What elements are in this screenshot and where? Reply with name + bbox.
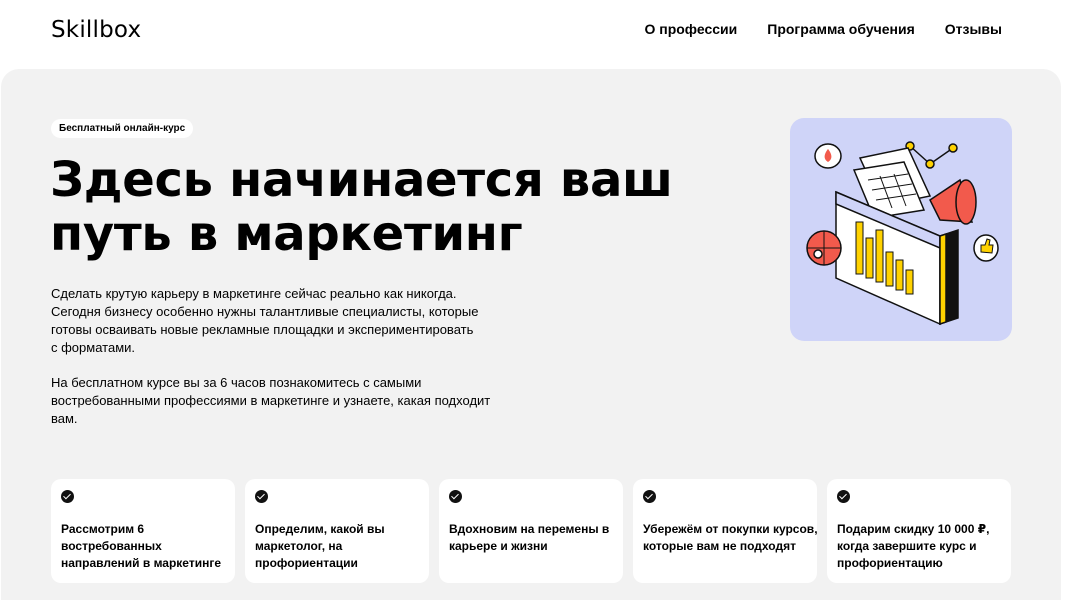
top-nav: О профессии Программа обучения Отзывы bbox=[644, 21, 1002, 37]
benefit-line: которые вам не подходят bbox=[643, 539, 796, 553]
checkmark-icon bbox=[255, 490, 268, 503]
hero-title-line: Здесь начинается ваш bbox=[50, 152, 673, 208]
benefit-line: профориентации bbox=[255, 556, 358, 570]
benefits-list: Рассмотрим 6 востребованных направлений … bbox=[51, 479, 1011, 583]
checkmark-icon bbox=[837, 490, 850, 503]
benefit-line: Рассмотрим 6 bbox=[61, 522, 145, 536]
benefit-card[interactable]: Рассмотрим 6 востребованных направлений … bbox=[51, 479, 235, 583]
benefit-line: когда завершите курс и bbox=[837, 539, 977, 553]
hero-title-line: путь в маркетинг bbox=[50, 206, 523, 262]
description-line: с форматами. bbox=[51, 340, 135, 355]
course-info-line: вам. bbox=[51, 411, 78, 426]
benefit-card[interactable]: Убережём от покупки курсов, которые вам … bbox=[633, 479, 818, 583]
benefit-line: Подарим скидку 10 000 ₽, bbox=[837, 522, 990, 536]
benefit-text: Вдохновим на перемены в карьере и жизни bbox=[449, 521, 619, 555]
benefit-text: Убережём от покупки курсов, которые вам … bbox=[643, 521, 818, 555]
hero-title: Здесь начинается ваш путь в маркетинг bbox=[50, 153, 690, 261]
nav-link-program[interactable]: Программа обучения bbox=[767, 21, 915, 37]
benefit-line: маркетолог, на bbox=[255, 539, 343, 553]
nav-link-reviews[interactable]: Отзывы bbox=[945, 21, 1002, 37]
hero-course-info: На бесплатном курсе вы за 6 часов познак… bbox=[51, 374, 531, 428]
course-info-line: востребованными профессиями в маркетинге… bbox=[51, 393, 491, 408]
skillbox-logo[interactable]: Skillbox bbox=[51, 17, 141, 43]
hero-description: Сделать крутую карьеру в маркетинге сейч… bbox=[51, 285, 531, 357]
benefit-card[interactable]: Вдохновим на перемены в карьере и жизни bbox=[439, 479, 623, 583]
benefit-line: направлений в маркетинге bbox=[61, 556, 221, 570]
marketing-illustration bbox=[790, 118, 1012, 341]
benefit-text: Определим, какой вы маркетолог, на профо… bbox=[255, 521, 425, 572]
checkmark-icon bbox=[449, 490, 462, 503]
checkmark-icon bbox=[643, 490, 656, 503]
benefit-line: Вдохновим на перемены в bbox=[449, 522, 610, 536]
benefit-text: Подарим скидку 10 000 ₽, когда завершите… bbox=[837, 521, 1007, 572]
description-line: готовы осваивать новые рекламные площадк… bbox=[51, 322, 474, 337]
free-course-badge: Бесплатный онлайн-курс bbox=[51, 119, 194, 138]
nav-link-about-profession[interactable]: О профессии bbox=[644, 21, 737, 37]
benefit-card[interactable]: Подарим скидку 10 000 ₽, когда завершите… bbox=[827, 479, 1011, 583]
course-info-line: На бесплатном курсе вы за 6 часов познак… bbox=[51, 375, 422, 390]
benefit-line: Определим, какой вы bbox=[255, 522, 385, 536]
benefit-line: карьере и жизни bbox=[449, 539, 548, 553]
benefit-line: востребованных bbox=[61, 539, 162, 553]
benefit-line: Убережём от покупки курсов, bbox=[643, 522, 818, 536]
benefit-line: профориентацию bbox=[837, 556, 943, 570]
description-line: Сделать крутую карьеру в маркетинге сейч… bbox=[51, 286, 457, 301]
checkmark-icon bbox=[61, 490, 74, 503]
benefit-text: Рассмотрим 6 востребованных направлений … bbox=[61, 521, 231, 572]
description-line: Сегодня бизнесу особенно нужны талантлив… bbox=[51, 304, 479, 319]
benefit-card[interactable]: Определим, какой вы маркетолог, на профо… bbox=[245, 479, 429, 583]
